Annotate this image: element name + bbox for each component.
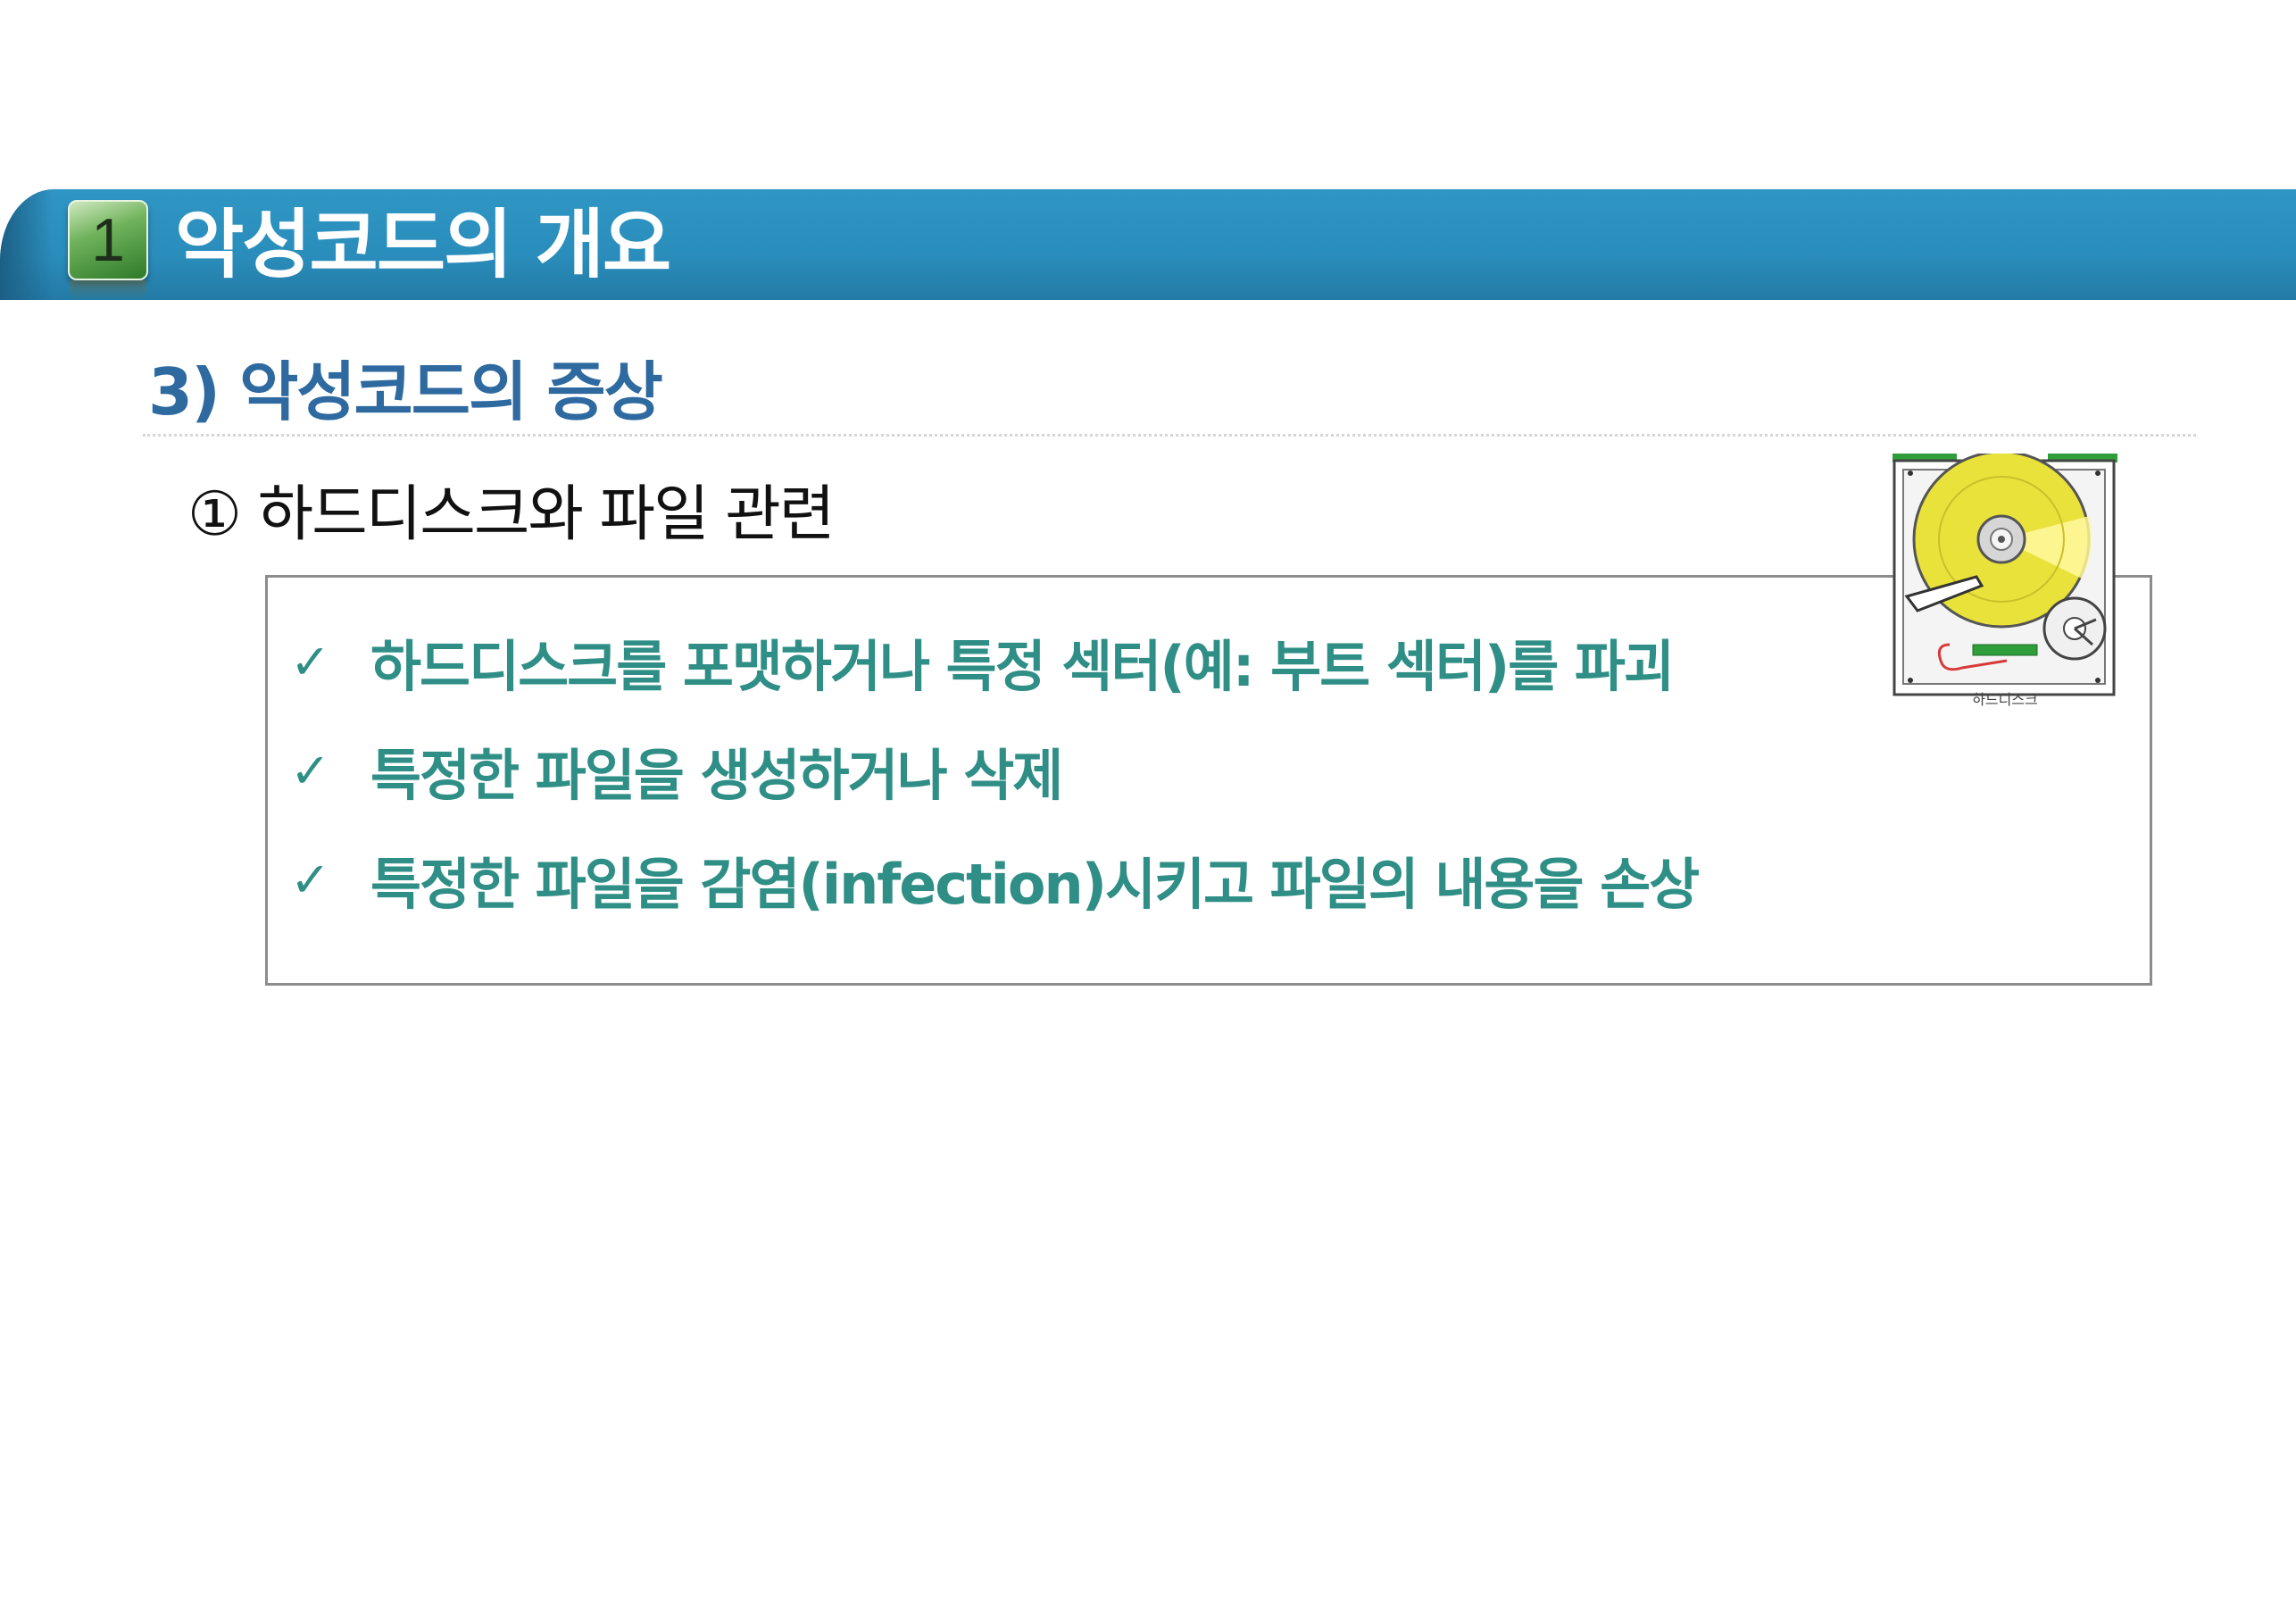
image-caption: 하드디스크 (1972, 691, 2038, 708)
hard-disk-illustration: 하드디스크 (1891, 450, 2119, 711)
hard-disk-icon (1893, 450, 2117, 696)
bullet-text: 특정한 파일을 감염(infection)시키고 파일의 내용을 손상 (370, 852, 1700, 917)
section-title: 3) 악성코드의 증상 (148, 354, 663, 429)
subsection-title: ① 하드디스크와 파일 관련 (187, 479, 835, 550)
bullet-text: 하드디스크를 포맷하거나 특정 섹터(예: 부트 섹터)를 파괴 (370, 634, 1675, 699)
checkmark-icon: ✓ (290, 633, 330, 690)
bullet-item: ✓ 특정한 파일을 생성하거나 삭제 (290, 730, 1063, 811)
bullet-item: ✓ 특정한 파일을 감염(infection)시키고 파일의 내용을 손상 (290, 839, 1700, 920)
section-number: 1 (91, 206, 125, 274)
checkmark-icon: ✓ (290, 851, 330, 908)
header-title: 악성코드의 개요 (175, 201, 671, 288)
checkmark-icon: ✓ (290, 742, 330, 799)
divider (143, 434, 2196, 437)
section-number-badge: 1 (68, 200, 148, 280)
bullet-text: 특정한 파일을 생성하거나 삭제 (370, 743, 1063, 808)
badge-reflection (70, 280, 146, 300)
bullet-item: ✓ 하드디스크를 포맷하거나 특정 섹터(예: 부트 섹터)를 파괴 (290, 621, 1675, 702)
